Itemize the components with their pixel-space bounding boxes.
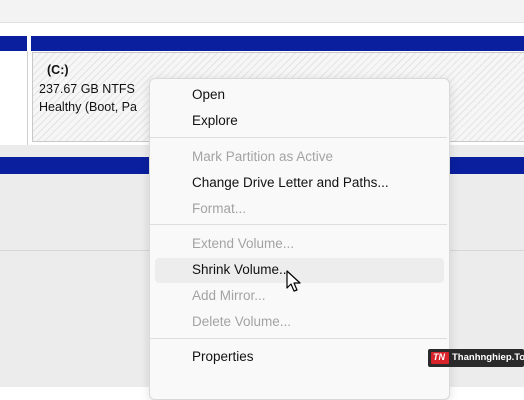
context-menu: Open Explore Mark Partition as Active Ch… [149, 78, 450, 400]
mouse-pointer-icon [286, 270, 301, 292]
watermark-logo-icon: TN [431, 352, 449, 364]
partition-size: 237.67 GB NTFS [39, 82, 135, 96]
menu-item-change-drive-letter[interactable]: Change Drive Letter and Paths... [155, 171, 444, 196]
menu-separator [150, 137, 447, 138]
menu-item-mark-active: Mark Partition as Active [192, 149, 334, 164]
partition-name: (C:) [47, 63, 69, 77]
volume-header-bar-c [31, 36, 524, 51]
menu-item-format: Format... [192, 201, 247, 216]
menu-item-properties[interactable]: Properties [155, 345, 444, 370]
menu-separator [150, 224, 447, 225]
menu-separator [150, 338, 447, 339]
menu-item-open[interactable]: Open [155, 83, 444, 108]
menu-item-delete-volume: Delete Volume... [192, 314, 292, 329]
menu-item-extend-volume: Extend Volume... [192, 236, 295, 251]
menu-item-explore[interactable]: Explore [155, 109, 444, 134]
watermark-text: Thanhnghiep.Top [452, 352, 524, 363]
partition-status: Healthy (Boot, Pa [39, 100, 137, 114]
volume-header-bar-left [0, 36, 27, 51]
top-pane [0, 0, 524, 23]
disk-label-pane [0, 51, 28, 145]
watermark: TN Thanhnghiep.Top [428, 349, 524, 367]
